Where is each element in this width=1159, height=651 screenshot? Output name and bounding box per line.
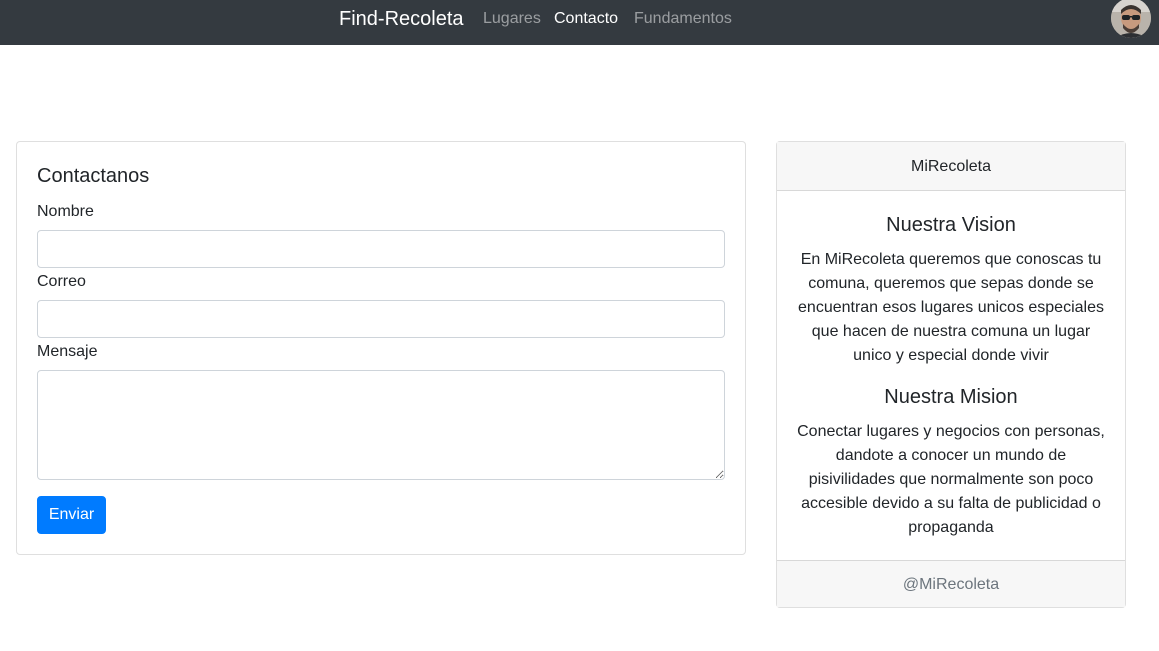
contact-form-title: Contactanos xyxy=(37,165,150,187)
mensaje-label: Mensaje xyxy=(37,343,98,360)
info-card-footer: @MiRecoleta xyxy=(777,560,1125,607)
nombre-input[interactable] xyxy=(37,230,725,268)
info-card-header: MiRecoleta xyxy=(777,142,1125,191)
contact-form-card: Contactanos Nombre Correo Mensaje Enviar xyxy=(16,141,746,555)
mision-text: Conectar lugares y negocios con personas… xyxy=(797,423,1105,536)
nav-link-fundamentos[interactable]: Fundamentos xyxy=(634,9,732,29)
user-avatar-icon[interactable] xyxy=(1111,0,1151,38)
mensaje-textarea[interactable] xyxy=(37,370,725,480)
nombre-label: Nombre xyxy=(37,203,94,220)
vision-text: En MiRecoleta queremos que conoscas tu c… xyxy=(798,251,1104,364)
mision-title: Nuestra Mision xyxy=(884,386,1018,408)
enviar-button[interactable]: Enviar xyxy=(37,496,106,534)
nav-link-contacto[interactable]: Contacto xyxy=(554,9,618,29)
info-card: MiRecoleta Nuestra Vision En MiRecoleta … xyxy=(776,141,1126,608)
nav-link-lugares[interactable]: Lugares xyxy=(483,9,541,29)
vision-title: Nuestra Vision xyxy=(886,214,1016,236)
brand-link[interactable]: Find-Recoleta xyxy=(339,7,464,31)
top-navbar: Find-Recoleta Lugares Contacto Fundament… xyxy=(0,0,1159,45)
correo-input[interactable] xyxy=(37,300,725,338)
correo-label: Correo xyxy=(37,273,86,290)
